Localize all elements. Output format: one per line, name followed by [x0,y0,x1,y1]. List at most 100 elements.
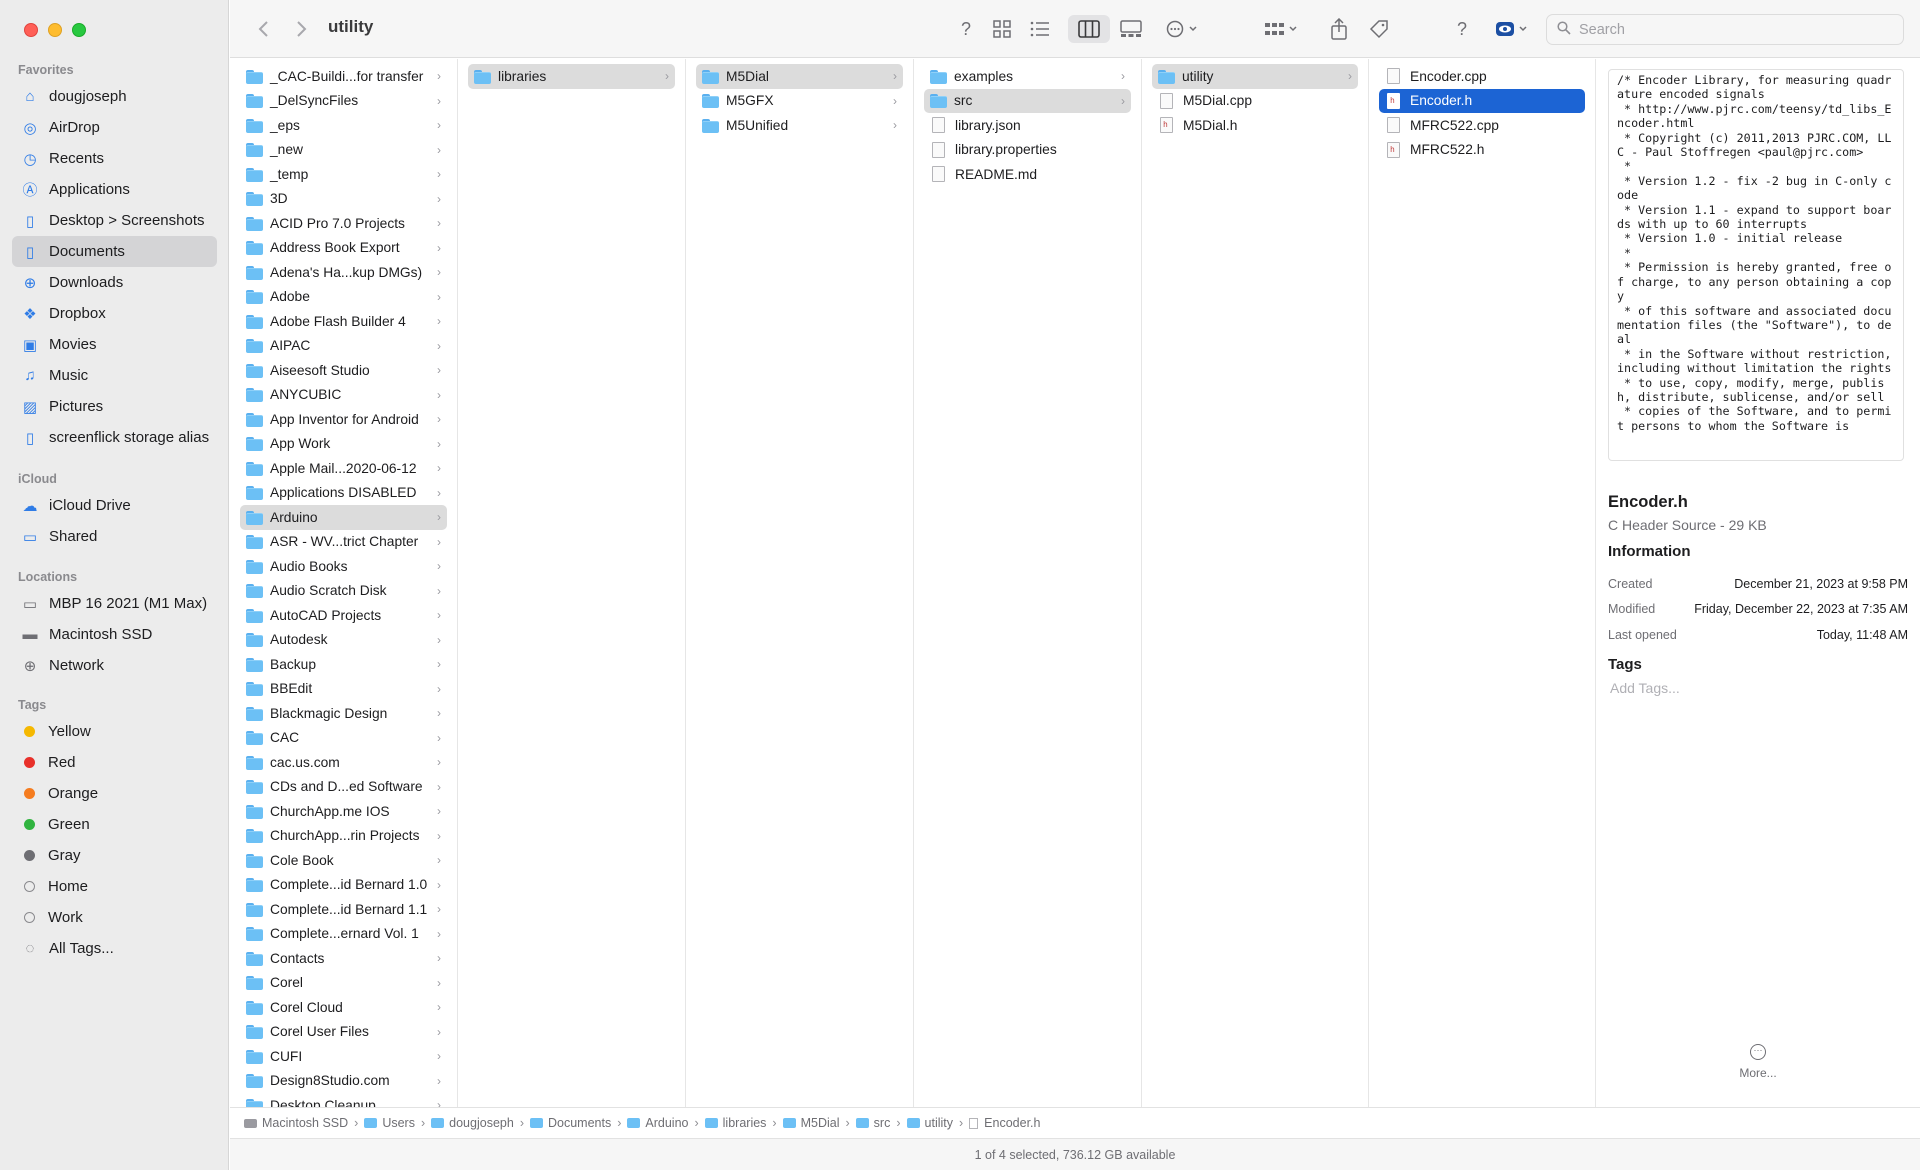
file-row[interactable]: library.json [924,113,1131,138]
sidebar-item-movies[interactable]: ▣ Movies [12,329,217,360]
sidebar-item-applications[interactable]: Ⓐ Applications [12,174,217,205]
folder-row[interactable]: CDs and D...ed Software › [240,775,447,800]
column-src[interactable]: utility › M5Dial.cpp M5Dial.h [1142,59,1369,1107]
folder-row[interactable]: Aiseesoft Studio › [240,358,447,383]
folder-row[interactable]: Apple Mail...2020-06-12 › [240,456,447,481]
breadcrumb-macintosh-ssd[interactable]: Macintosh SSD [244,1116,348,1130]
folder-row[interactable]: cac.us.com › [240,750,447,775]
folder-row[interactable]: ChurchApp...rin Projects › [240,824,447,849]
folder-row[interactable]: M5GFX › [696,89,903,114]
folder-row[interactable]: Audio Books › [240,554,447,579]
sidebar-tag-red[interactable]: Red [12,747,217,778]
column-utility[interactable]: Encoder.cpp Encoder.h MFRC522.cpp MFRC522.h [1369,59,1596,1107]
sidebar-item-dougjoseph[interactable]: ⌂ dougjoseph [12,81,217,112]
folder-row[interactable]: M5Unified › [696,113,903,138]
folder-row[interactable]: ACID Pro 7.0 Projects › [240,211,447,236]
sidebar-tag-all-tags[interactable]: ◌ All Tags... [12,933,217,964]
folder-row[interactable]: CUFI › [240,1044,447,1069]
sidebar-item-airdrop[interactable]: ◎ AirDrop [12,112,217,143]
column-arduino[interactable]: libraries › [458,59,686,1107]
folder-row[interactable]: Applications DISABLED › [240,481,447,506]
sidebar-item-pictures[interactable]: ▨ Pictures [12,391,217,422]
folder-row[interactable]: Design8Studio.com › [240,1069,447,1094]
sidebar-item-dropbox[interactable]: ❖ Dropbox [12,298,217,329]
sidebar-item-music[interactable]: ♫ Music [12,360,217,391]
folder-row[interactable]: libraries › [468,64,675,89]
column-m5dial[interactable]: examples › src › library.json library.propert… [914,59,1142,1107]
folder-row[interactable]: utility › [1152,64,1358,89]
sidebar-tag-work[interactable]: Work [12,902,217,933]
sidebar-item-shared[interactable]: ▭ Shared [12,521,217,552]
folder-row[interactable]: M5Dial › [696,64,903,89]
minimize-window-button[interactable] [48,23,62,37]
sidebar-item-icloud-drive[interactable]: ☁ iCloud Drive [12,490,217,521]
close-window-button[interactable] [24,23,38,37]
folder-row[interactable]: Backup › [240,652,447,677]
folder-row[interactable]: CAC › [240,726,447,751]
sidebar-item-desktop-screenshots[interactable]: ▯ Desktop > Screenshots [12,205,217,236]
column-libraries[interactable]: M5Dial › M5GFX › M5Unified › [686,59,914,1107]
action-menu-button[interactable] [1164,16,1204,42]
folder-row[interactable]: BBEdit › [240,677,447,702]
icon-view-button[interactable] [990,16,1014,42]
sidebar-tag-green[interactable]: Green [12,809,217,840]
code-preview[interactable]: /* Encoder Library, for measuring quadra… [1608,69,1904,461]
breadcrumb-libraries[interactable]: libraries [704,1116,766,1130]
folder-row[interactable]: App Inventor for Android › [240,407,447,432]
more-button[interactable]: ··· More... [1596,1044,1920,1080]
folder-row[interactable]: AutoCAD Projects › [240,603,447,628]
share-button[interactable] [1328,16,1350,42]
breadcrumb-m5dial[interactable]: M5Dial [782,1116,840,1130]
breadcrumb-users[interactable]: Users [364,1116,415,1130]
breadcrumb-encoder-h[interactable]: Encoder.h [969,1116,1040,1130]
folder-row[interactable]: Audio Scratch Disk › [240,579,447,604]
folder-row[interactable]: _eps › [240,113,447,138]
add-tags-field[interactable]: Add Tags... [1610,680,1680,696]
folder-row[interactable]: Blackmagic Design › [240,701,447,726]
file-row[interactable]: M5Dial.cpp [1152,89,1358,114]
help-button-right[interactable]: ? [1452,16,1472,42]
folder-row[interactable]: 3D › [240,187,447,212]
file-row[interactable]: MFRC522.h [1379,138,1585,163]
file-row[interactable]: M5Dial.h [1152,113,1358,138]
folder-row[interactable]: Adobe › [240,285,447,310]
folder-row[interactable]: _DelSyncFiles › [240,89,447,114]
sidebar-tag-yellow[interactable]: Yellow [12,716,217,747]
file-row[interactable]: MFRC522.cpp [1379,113,1585,138]
folder-row[interactable]: ChurchApp.me IOS › [240,799,447,824]
folder-row[interactable]: _new › [240,138,447,163]
zoom-window-button[interactable] [72,23,86,37]
quick-look-button[interactable] [1494,16,1532,42]
tag-button[interactable] [1368,16,1390,42]
breadcrumb-dougjoseph[interactable]: dougjoseph [431,1116,514,1130]
list-view-button[interactable] [1028,16,1052,42]
folder-row[interactable]: Autodesk › [240,628,447,653]
file-row[interactable]: library.properties [924,138,1131,163]
folder-row[interactable]: ASR - WV...trict Chapter › [240,530,447,555]
folder-row[interactable]: Corel Cloud › [240,995,447,1020]
sidebar-item-network[interactable]: ⊕ Network [12,650,217,681]
folder-row[interactable]: src › [924,88,1131,113]
column-documents[interactable]: _CAC-Buildi...for transfer › _DelSyncFiles… [230,59,458,1107]
folder-row[interactable]: Complete...ernard Vol. 1 › [240,922,447,947]
sidebar-item-mbp-16-2021-m1-max[interactable]: ▭ MBP 16 2021 (M1 Max) [12,588,217,619]
file-row[interactable]: Encoder.cpp [1379,64,1585,89]
back-button[interactable] [252,16,274,42]
folder-row[interactable]: AIPAC › [240,334,447,359]
breadcrumb-documents[interactable]: Documents [529,1116,611,1130]
file-row[interactable]: Encoder.h [1379,88,1585,113]
folder-row[interactable]: Corel User Files › [240,1020,447,1045]
breadcrumb-utility[interactable]: utility [906,1116,953,1130]
folder-row[interactable]: _temp › [240,162,447,187]
sidebar-tag-orange[interactable]: Orange [12,778,217,809]
folder-row[interactable]: Adena's Ha...kup DMGs) › [240,260,447,285]
sidebar-item-macintosh-ssd[interactable]: ▬ Macintosh SSD [12,619,217,650]
breadcrumb-src[interactable]: src [855,1116,890,1130]
search-field[interactable]: Search [1546,14,1904,45]
folder-row[interactable]: Corel › [240,971,447,996]
gallery-view-button[interactable] [1118,16,1144,42]
folder-row[interactable]: App Work › [240,432,447,457]
folder-row[interactable]: _CAC-Buildi...for transfer › [240,64,447,89]
sidebar-item-recents[interactable]: ◷ Recents [12,143,217,174]
sidebar-tag-gray[interactable]: Gray [12,840,217,871]
